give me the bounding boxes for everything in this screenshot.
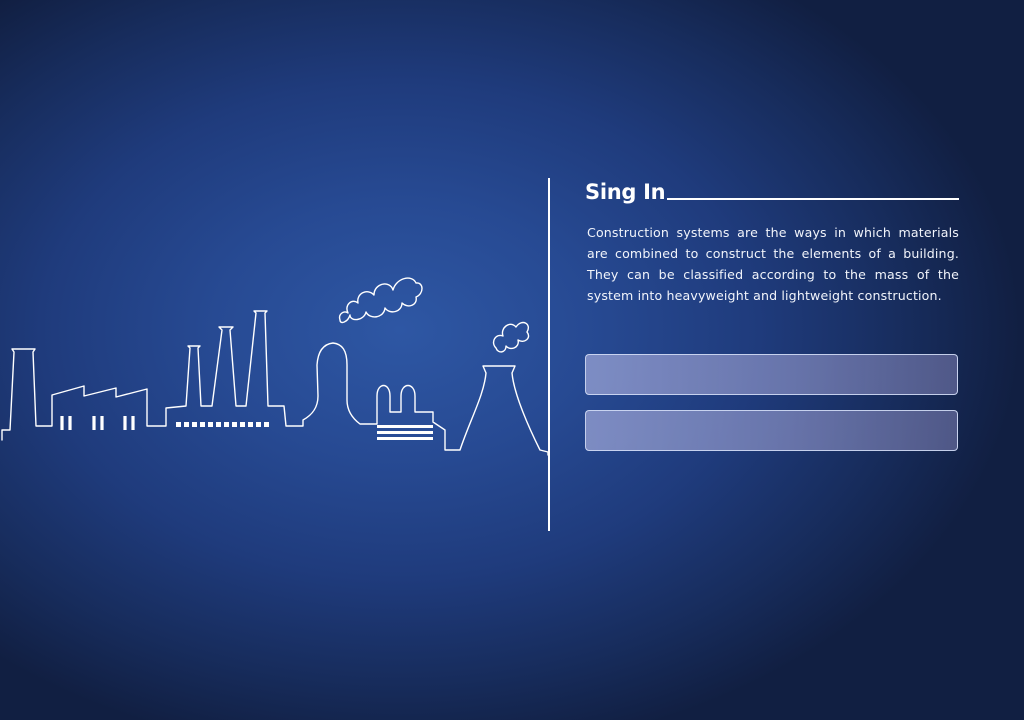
sign-in-panel: Sing In Construction systems are the way… bbox=[585, 174, 959, 306]
title-underline bbox=[667, 198, 959, 200]
factory-windows bbox=[60, 416, 135, 430]
vertical-divider bbox=[548, 178, 550, 531]
password-field[interactable] bbox=[585, 410, 958, 451]
page-title: Sing In bbox=[585, 180, 666, 204]
skyline-outline bbox=[1, 310, 549, 456]
industrial-skyline-icon bbox=[1, 277, 549, 456]
title-row: Sing In bbox=[585, 174, 959, 204]
smoke-cloud-left bbox=[338, 277, 423, 324]
smoke-cloud-right bbox=[492, 321, 530, 353]
username-field[interactable] bbox=[585, 354, 958, 395]
description-text: Construction systems are the ways in whi… bbox=[587, 225, 959, 303]
